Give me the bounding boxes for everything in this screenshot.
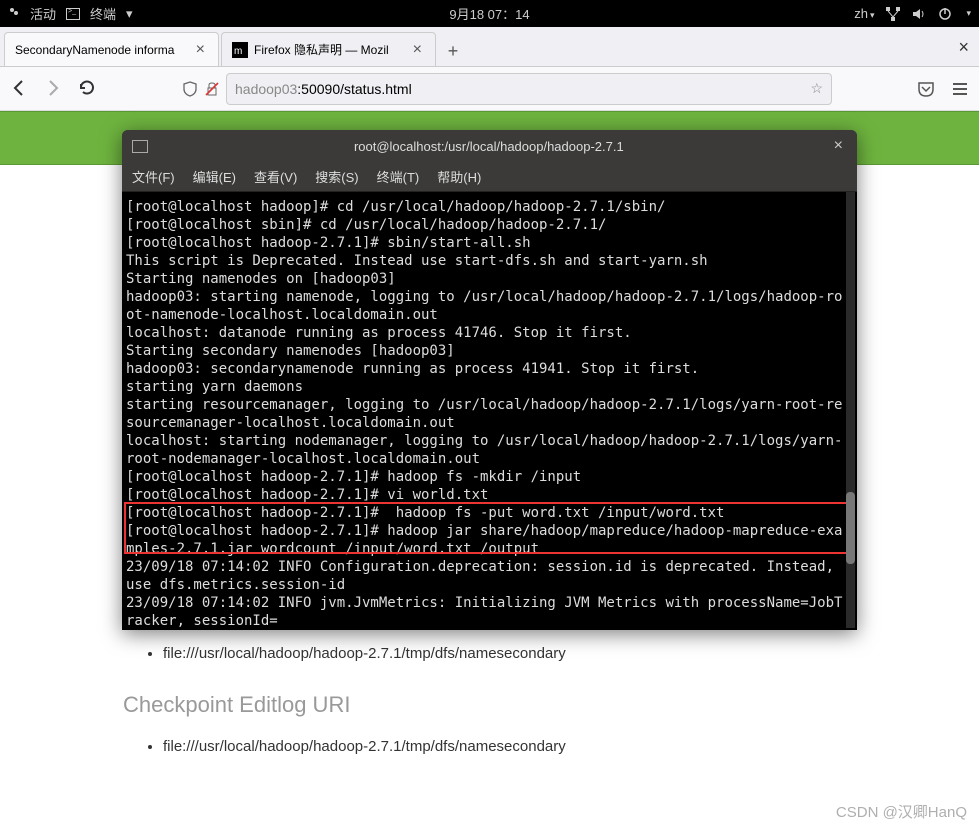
editlog-heading: Checkpoint Editlog URI <box>123 692 849 718</box>
list-item: file:///usr/local/hadoop/hadoop-2.7.1/tm… <box>163 645 849 662</box>
app-menu-label[interactable]: 终端 <box>90 4 116 23</box>
terminal-output: [root@localhost hadoop]# cd /usr/local/h… <box>126 198 849 630</box>
watermark: CSDN @汉卿HanQ <box>836 801 967 822</box>
volume-icon[interactable] <box>912 7 926 21</box>
terminal-title: root@localhost:/usr/local/hadoop/hadoop-… <box>148 139 830 154</box>
menu-file[interactable]: 文件(F) <box>132 167 175 186</box>
list-item: file:///usr/local/hadoop/hadoop-2.7.1/tm… <box>163 738 849 755</box>
reload-button[interactable] <box>78 79 98 99</box>
footprint-icon <box>8 6 20 21</box>
close-icon[interactable]: × <box>830 137 847 155</box>
tab-bar: SecondaryNamenode informa × m Firefox 隐私… <box>0 27 979 67</box>
tab-firefox-privacy[interactable]: m Firefox 隐私声明 — Mozil × <box>221 32 436 66</box>
address-bar[interactable]: hadoop03:50090/status.html ☆ <box>226 73 832 105</box>
network-icon[interactable] <box>886 7 900 21</box>
terminal-window: root@localhost:/usr/local/hadoop/hadoop-… <box>122 130 857 630</box>
checkpoint-dir-list: file:///usr/local/hadoop/hadoop-2.7.1/tm… <box>163 645 849 662</box>
menu-terminal[interactable]: 终端(T) <box>377 167 420 186</box>
menu-search[interactable]: 搜索(S) <box>315 167 358 186</box>
insecure-icon[interactable] <box>204 81 226 97</box>
new-tab-button[interactable]: + <box>438 41 468 66</box>
tab-label: SecondaryNamenode informa <box>15 43 193 57</box>
shield-icon[interactable] <box>182 81 204 97</box>
menu-view[interactable]: 查看(V) <box>254 167 297 186</box>
terminal-body[interactable]: [root@localhost hadoop]# cd /usr/local/h… <box>122 192 857 630</box>
dropdown-icon: ▾ <box>126 6 133 22</box>
browser-toolbar: hadoop03:50090/status.html ☆ <box>0 67 979 111</box>
forward-button[interactable] <box>44 79 64 99</box>
tab-label: Firefox 隐私声明 — Mozil <box>254 41 410 58</box>
hamburger-menu-icon[interactable] <box>951 80 969 98</box>
system-menu-icon[interactable]: ▾ <box>966 8 971 19</box>
mozilla-icon: m <box>232 42 248 58</box>
power-icon[interactable] <box>938 7 952 21</box>
svg-text:m: m <box>234 46 242 57</box>
clock[interactable]: 9月18 07：14 <box>449 4 529 23</box>
terminal-titlebar[interactable]: root@localhost:/usr/local/hadoop/hadoop-… <box>122 130 857 162</box>
annotation-box <box>124 502 848 554</box>
editlog-dir-list: file:///usr/local/hadoop/hadoop-2.7.1/tm… <box>163 738 849 755</box>
terminal-indicator-icon <box>66 8 80 20</box>
close-icon[interactable]: × <box>410 41 425 59</box>
terminal-icon <box>132 140 148 153</box>
pocket-icon[interactable] <box>917 80 935 98</box>
terminal-scrollbar[interactable] <box>846 192 855 628</box>
menu-edit[interactable]: 编辑(E) <box>193 167 236 186</box>
page-content: file:///usr/local/hadoop/hadoop-2.7.1/tm… <box>0 645 979 755</box>
terminal-menubar: 文件(F) 编辑(E) 查看(V) 搜索(S) 终端(T) 帮助(H) <box>122 162 857 192</box>
back-button[interactable] <box>10 79 30 99</box>
window-close-icon[interactable]: × <box>958 37 969 58</box>
url-text: hadoop03:50090/status.html <box>235 81 810 97</box>
ime-indicator[interactable]: zh▾ <box>854 6 874 21</box>
bookmark-icon[interactable]: ☆ <box>810 80 823 97</box>
gnome-topbar: 活动 终端 ▾ 9月18 07：14 zh▾ ▾ <box>0 0 979 27</box>
close-icon[interactable]: × <box>193 41 208 59</box>
menu-help[interactable]: 帮助(H) <box>437 167 481 186</box>
activities-button[interactable]: 活动 <box>30 4 56 23</box>
scrollbar-thumb[interactable] <box>846 492 855 564</box>
tab-secondarynamenode[interactable]: SecondaryNamenode informa × <box>4 32 219 66</box>
